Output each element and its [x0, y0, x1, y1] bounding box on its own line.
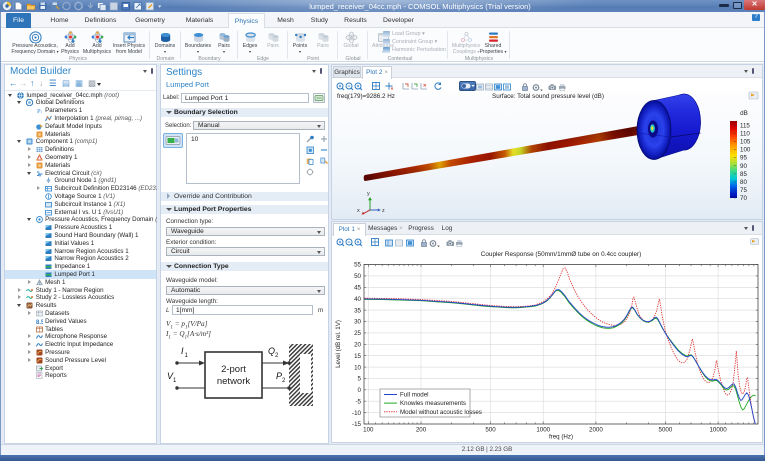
svg-text:2-port: 2-port: [221, 364, 246, 375]
svg-text:15: 15: [354, 353, 361, 360]
svg-text:115: 115: [740, 123, 750, 130]
svg-text:1: 1: [173, 378, 177, 384]
svg-text:1: 1: [185, 353, 189, 359]
svg-text:Coupler Response (50mm/1mmØ tu: Coupler Response (50mm/1mmØ tube on 0.4c…: [481, 251, 642, 258]
svg-text:Model without acoustic losses: Model without acoustic losses: [400, 409, 482, 416]
svg-text:20: 20: [354, 342, 361, 349]
svg-text:25: 25: [354, 330, 361, 337]
svg-text:110: 110: [740, 131, 750, 138]
svg-text:500: 500: [485, 427, 496, 434]
svg-text:x: x: [357, 208, 360, 214]
svg-text:freq(179)=9286.2 Hz: freq(179)=9286.2 Hz: [337, 93, 395, 100]
svg-text:2000: 2000: [589, 427, 603, 434]
svg-text:35: 35: [354, 307, 361, 314]
svg-text:105: 105: [740, 139, 751, 146]
svg-text:Q: Q: [268, 346, 275, 356]
svg-text:-10: -10: [352, 410, 362, 417]
svg-text:80: 80: [740, 179, 747, 186]
svg-text:z: z: [382, 208, 385, 214]
svg-text:100: 100: [363, 427, 374, 434]
svg-text:10000: 10000: [709, 427, 727, 434]
svg-text:network: network: [217, 376, 251, 387]
svg-text:5: 5: [358, 376, 362, 383]
svg-text:Level (dB rel. 1V): Level (dB rel. 1V): [335, 320, 342, 368]
svg-text:-15: -15: [352, 421, 362, 428]
svg-text:75: 75: [740, 187, 747, 194]
svg-text:30: 30: [354, 319, 361, 326]
svg-text:-5: -5: [355, 398, 361, 405]
svg-text:Full model: Full model: [400, 392, 429, 399]
svg-text:freq (Hz): freq (Hz): [549, 434, 573, 441]
svg-text:2: 2: [282, 378, 286, 384]
svg-text:2: 2: [275, 353, 279, 359]
svg-text:50: 50: [354, 273, 361, 280]
svg-text:55: 55: [354, 262, 361, 269]
svg-text:70: 70: [740, 195, 747, 202]
svg-text:100: 100: [740, 147, 751, 154]
svg-text:90: 90: [740, 163, 747, 170]
svg-text:8.5: 8.5: [36, 320, 43, 325]
svg-text:Pi: Pi: [37, 108, 43, 114]
svg-text:85: 85: [740, 171, 747, 178]
svg-text:Knowles measurements: Knowles measurements: [400, 400, 466, 407]
svg-text:45: 45: [354, 285, 361, 292]
svg-text:95: 95: [740, 155, 747, 162]
svg-text:200: 200: [416, 427, 427, 434]
svg-text:Surface: Total sound pressure: Surface: Total sound pressure level (dB): [492, 93, 604, 100]
svg-text:1000: 1000: [536, 427, 550, 434]
svg-text:0: 0: [358, 387, 362, 394]
svg-text:5000: 5000: [659, 427, 673, 434]
svg-text:dB: dB: [740, 110, 748, 117]
svg-text:40: 40: [354, 296, 361, 303]
svg-text:y: y: [367, 191, 370, 197]
svg-text:10: 10: [354, 364, 361, 371]
